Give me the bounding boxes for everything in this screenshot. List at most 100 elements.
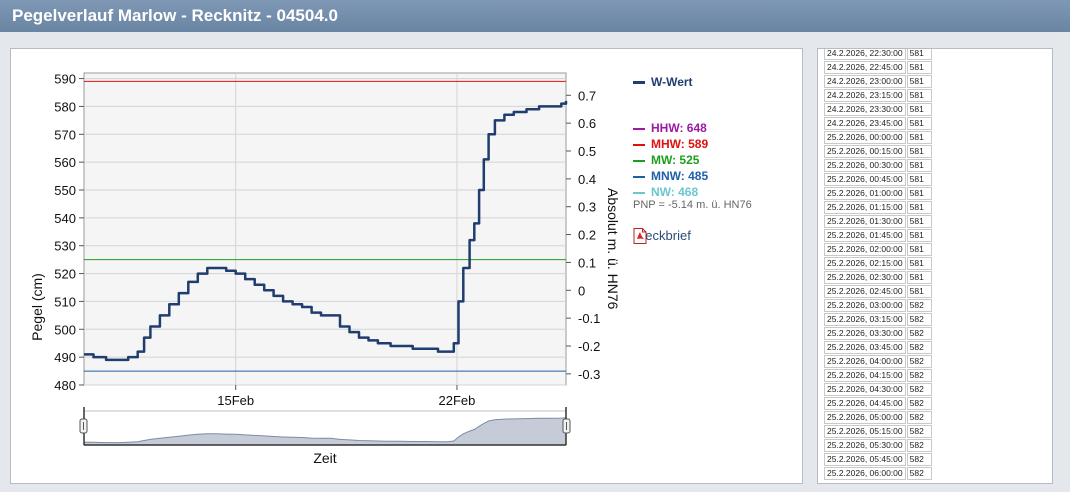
table-row: 25.2.2026, 00:45:00 581 — [824, 173, 932, 186]
table-cell-time: 24.2.2026, 23:30:00 — [824, 103, 906, 116]
legend-item-w-wert[interactable]: W-Wert — [633, 75, 693, 89]
page-title: Pegelverlauf Marlow - Recknitz - 04504.0 — [12, 6, 338, 25]
table-cell-time: 25.2.2026, 03:15:00 — [824, 313, 906, 326]
table-cell-time: 25.2.2026, 00:45:00 — [824, 173, 906, 186]
y2-tick-label: 0.6 — [578, 116, 596, 131]
y2-axis-label: Absolut m. ü. HN76 — [605, 188, 621, 310]
table-cell-time: 24.2.2026, 23:15:00 — [824, 89, 906, 102]
table-cell-time: 25.2.2026, 03:45:00 — [824, 341, 906, 354]
y2-tick-label: -0.3 — [578, 367, 600, 382]
table-cell-time: 25.2.2026, 02:15:00 — [824, 257, 906, 270]
table-cell-time: 25.2.2026, 05:00:00 — [824, 411, 906, 424]
y-tick-label: 540 — [54, 211, 76, 226]
table-cell-value: 581 — [906, 117, 932, 130]
x-tick-label: 22Feb — [439, 393, 476, 408]
table-cell-time: 25.2.2026, 02:30:00 — [824, 271, 906, 284]
table-cell-time: 25.2.2026, 01:00:00 — [824, 187, 906, 200]
y-tick-label: 570 — [54, 127, 76, 142]
pnp-text: PNP = -5.14 m. ü. HN76 — [633, 199, 752, 211]
y2-axis-ticks: 0.7 0.6 0.5 0.4 0.3 0.2 0.1 0 -0.1 -0.2 -0.3 — [566, 88, 600, 382]
table-cell-value: 582 — [906, 313, 932, 326]
table-row: 24.2.2026, 23:15:00 581 — [824, 89, 932, 102]
table-cell-time: 25.2.2026, 03:30:00 — [824, 327, 906, 340]
x-axis-ticks: 15Feb 22Feb — [217, 385, 475, 408]
table-row: 25.2.2026, 01:45:00 581 — [824, 229, 932, 242]
table-row: 24.2.2026, 23:45:00 581 — [824, 117, 932, 130]
table-row: 25.2.2026, 05:15:00 582 — [824, 425, 932, 438]
table-row: 25.2.2026, 00:30:00 581 — [824, 159, 932, 172]
y2-tick-label: 0.2 — [578, 228, 596, 243]
table-cell-time: 24.2.2026, 23:00:00 — [824, 75, 906, 88]
table-cell-time: 25.2.2026, 05:45:00 — [824, 453, 906, 466]
legend-swatch-ref — [633, 175, 645, 178]
table-cell-value: 582 — [906, 341, 932, 354]
table-cell-value: 581 — [906, 215, 932, 228]
legend-label-ref: NW: 468 — [651, 185, 699, 199]
table-cell-time: 24.2.2026, 23:45:00 — [824, 117, 906, 130]
table-row: 25.2.2026, 05:45:00 582 — [824, 453, 932, 466]
table-cell-value: 581 — [906, 61, 932, 74]
data-table-panel[interactable]: 24.2.2026, 22:30:00 581 24.2.2026, 22:45:0… — [817, 48, 1053, 484]
y-tick-label: 560 — [54, 155, 76, 170]
legend-item-ref[interactable]: MHW: 589 — [633, 137, 708, 151]
y-axis-label: Pegel (cm) — [29, 273, 45, 341]
table-cell-time: 25.2.2026, 01:30:00 — [824, 215, 906, 228]
table-cell-value: 581 — [906, 201, 932, 214]
table-row: 24.2.2026, 23:00:00 581 — [824, 75, 932, 88]
table-row: 25.2.2026, 05:00:00 582 — [824, 411, 932, 424]
table-row: 25.2.2026, 01:00:00 581 — [824, 187, 932, 200]
navigator[interactable]: Zeit — [79, 407, 571, 466]
legend-item-ref[interactable]: NW: 468 — [633, 185, 698, 199]
table-row: 25.2.2026, 04:15:00 582 — [824, 369, 932, 382]
table-cell-value: 581 — [906, 131, 932, 144]
table-cell-value: 581 — [906, 173, 932, 186]
table-cell-time: 25.2.2026, 02:00:00 — [824, 243, 906, 256]
table-cell-time: 25.2.2026, 00:30:00 — [824, 159, 906, 172]
plot-area — [83, 72, 567, 386]
y2-tick-label: -0.1 — [578, 311, 600, 326]
y2-tick-label: 0.4 — [578, 172, 596, 187]
table-cell-value: 581 — [906, 187, 932, 200]
legend-swatch-ref — [633, 191, 645, 194]
table-row: 25.2.2026, 04:00:00 582 — [824, 355, 932, 368]
table-cell-value: 582 — [906, 355, 932, 368]
table-cell-time: 24.2.2026, 22:30:00 — [824, 49, 906, 60]
table-cell-value: 582 — [906, 411, 932, 424]
y2-tick-label: 0 — [578, 283, 585, 298]
table-cell-time: 25.2.2026, 02:45:00 — [824, 285, 906, 298]
table-cell-time: 25.2.2026, 05:30:00 — [824, 439, 906, 452]
y-tick-label: 580 — [54, 99, 76, 114]
table-cell-value: 581 — [906, 243, 932, 256]
table-cell-time: 24.2.2026, 22:45:00 — [824, 61, 906, 74]
y-tick-label: 550 — [54, 183, 76, 198]
table-row: 24.2.2026, 23:30:00 581 — [824, 103, 932, 116]
y-tick-label: 490 — [54, 350, 76, 365]
table-row: 25.2.2026, 01:15:00 581 — [824, 201, 932, 214]
water-level-chart[interactable]: 480 490 500 510 520 530 540 550 560 570 580 590 0.7… — [11, 49, 804, 485]
y-tick-label: 480 — [54, 378, 76, 393]
legend-swatch-ref — [633, 127, 645, 130]
table-cell-time: 25.2.2026, 05:15:00 — [824, 425, 906, 438]
table-row: 24.2.2026, 22:45:00 581 — [824, 61, 932, 74]
table-cell-value: 581 — [906, 75, 932, 88]
table-row: 25.2.2026, 04:30:00 582 — [824, 383, 932, 396]
table-cell-value: 582 — [906, 327, 932, 340]
table-cell-value: 582 — [906, 383, 932, 396]
y2-tick-label: 0.3 — [578, 200, 596, 215]
table-cell-value: 582 — [906, 453, 932, 466]
y2-tick-label: 0.7 — [578, 88, 596, 103]
table-row: 25.2.2026, 02:30:00 581 — [824, 271, 932, 284]
table-cell-time: 25.2.2026, 04:00:00 — [824, 355, 906, 368]
table-cell-time: 25.2.2026, 04:15:00 — [824, 369, 906, 382]
table-cell-value: 582 — [906, 439, 932, 452]
legend-item-ref[interactable]: MNW: 485 — [633, 169, 708, 183]
table-row: 25.2.2026, 03:00:00 582 — [824, 299, 932, 312]
y-tick-label: 510 — [54, 294, 76, 309]
table-cell-value: 581 — [906, 271, 932, 284]
legend-item-ref[interactable]: HHW: 648 — [633, 121, 707, 135]
table-row: 24.2.2026, 22:30:00 581 — [824, 49, 932, 60]
table-cell-time: 25.2.2026, 01:15:00 — [824, 201, 906, 214]
legend-label-ref: MHW: 589 — [651, 137, 709, 151]
steckbrief-link[interactable]: Steckbrief — [633, 228, 691, 244]
legend-item-ref[interactable]: MW: 525 — [633, 153, 699, 167]
